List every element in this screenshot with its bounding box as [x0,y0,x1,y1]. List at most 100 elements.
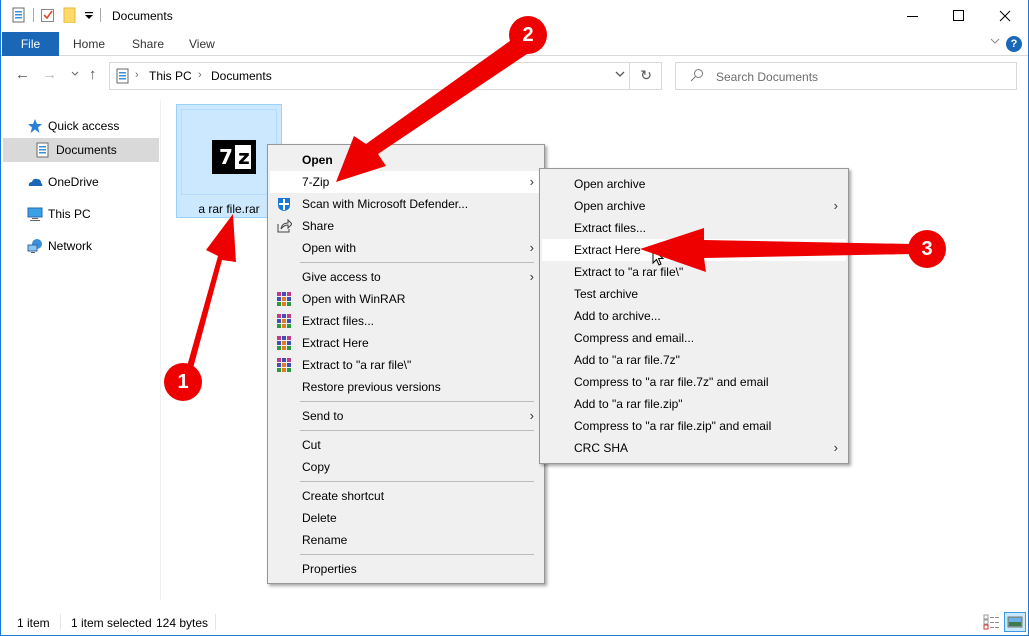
menu-item-label: CRC SHA [574,441,629,455]
cloud-icon [27,174,43,190]
menu-item-restore-previous-versions[interactable]: Restore previous versions [270,376,542,398]
sidebar-item-this-pc[interactable]: This PC [3,202,159,226]
back-button[interactable]: ← [15,66,30,83]
menu-item-delete[interactable]: Delete [270,507,542,529]
expand-ribbon-icon[interactable] [990,37,1000,48]
menu-item-extract-here-winrar[interactable]: Extract Here [270,332,542,354]
submenu-item-compress-and-email[interactable]: Compress and email... [542,327,846,349]
up-button[interactable]: ↑ [89,66,97,83]
menu-item-open-with[interactable]: Open with › [270,237,542,259]
menu-item-properties[interactable]: Properties [270,558,542,580]
customize-toolbar-icon[interactable] [84,7,94,23]
menu-item-label: Properties [302,562,357,576]
annotation-badge-2: 2 [509,16,547,54]
address-dropdown-button[interactable] [615,69,625,81]
mouse-cursor-icon [652,248,665,266]
sidebar-item-quick-access[interactable]: Quick access [3,114,159,138]
menu-item-label: Copy [302,460,331,474]
menu-separator [300,554,534,555]
7zip-submenu: Open archive Open archive › Extract file… [539,168,849,464]
menu-item-give-access[interactable]: Give access to › [270,266,542,288]
menu-item-7zip[interactable]: 7-Zip › [270,171,542,193]
menu-item-share[interactable]: Share [270,215,542,237]
menu-item-open[interactable]: Open [270,149,542,171]
tab-share[interactable]: Share [118,32,178,56]
7zip-logo-seven: 7 [217,145,235,169]
menu-item-send-to[interactable]: Send to › [270,405,542,427]
menu-item-label: Add to "a rar file.7z" [574,353,680,367]
menu-item-copy[interactable]: Copy [270,456,542,478]
recent-locations-button[interactable] [71,69,79,80]
submenu-item-open-archive[interactable]: Open archive [542,173,846,195]
winrar-icon [276,335,292,351]
forward-button[interactable]: → [42,66,57,83]
tab-file[interactable]: File [2,32,59,56]
menu-separator [300,481,534,482]
submenu-item-compress-zip-email[interactable]: Compress to "a rar file.zip" and email [542,415,846,437]
menu-item-scan-defender[interactable]: Scan with Microsoft Defender... [270,193,542,215]
search-placeholder: Search Documents [716,70,819,84]
status-divider [60,614,61,630]
tab-home[interactable]: Home [59,32,119,56]
context-menu: Open 7-Zip › Scan with Microsoft Defende… [267,144,545,584]
submenu-item-test-archive[interactable]: Test archive [542,283,846,305]
sidebar-label: Documents [56,143,117,157]
refresh-button[interactable]: ↻ [640,67,652,84]
submenu-item-add-to-zip[interactable]: Add to "a rar file.zip" [542,393,846,415]
menu-item-label: Send to [302,409,344,423]
submenu-item-crc-sha[interactable]: CRC SHA › [542,437,846,459]
sidebar-item-onedrive[interactable]: OneDrive [3,170,159,194]
close-button[interactable] [982,0,1028,32]
large-icons-view-icon [1004,612,1026,632]
menu-item-extract-to-winrar[interactable]: Extract to "a rar file\" [270,354,542,376]
selection-size: 124 bytes [156,616,209,630]
submenu-item-extract-files[interactable]: Extract files... [542,217,846,239]
new-folder-icon[interactable] [62,7,78,24]
documents-icon[interactable] [11,7,27,23]
menu-item-open-with-winrar[interactable]: Open with WinRAR [270,288,542,310]
navigation-pane: Quick access Documents OneDrive This PC … [1,100,161,600]
submenu-arrow-icon: › [833,198,838,213]
close-icon [999,10,1011,22]
help-icon[interactable]: ? [1006,36,1022,52]
submenu-item-extract-to[interactable]: Extract to "a rar file\" [542,261,846,283]
submenu-arrow-icon: › [529,269,534,284]
submenu-item-add-to-7z[interactable]: Add to "a rar file.7z" [542,349,846,371]
menu-separator [300,430,534,431]
menu-item-rename[interactable]: Rename [270,529,542,551]
menu-item-cut[interactable]: Cut [270,434,542,456]
documents-icon [116,68,130,87]
breadcrumb-documents[interactable]: Documents [211,69,272,83]
submenu-arrow-icon: › [529,240,534,255]
item-count: 1 item [17,616,50,630]
menu-item-label: Compress to "a rar file.zip" and email [574,419,772,433]
submenu-item-compress-7z-email[interactable]: Compress to "a rar file.7z" and email [542,371,846,393]
search-input[interactable]: Search Documents [675,62,1017,90]
sidebar-item-documents[interactable]: Documents [3,138,159,162]
menu-item-label: Add to "a rar file.zip" [574,397,683,411]
menu-item-label: Open archive [574,199,646,213]
details-view-button[interactable] [983,614,1001,633]
menu-item-label: Extract files... [574,221,647,235]
breadcrumb-separator[interactable]: › [198,69,202,81]
network-icon [27,238,43,254]
submenu-item-add-to-archive[interactable]: Add to archive... [542,305,846,327]
sidebar-item-network[interactable]: Network [3,234,159,258]
annotation-badge-1: 1 [164,363,202,401]
large-icons-view-button[interactable] [1004,612,1026,635]
properties-check-icon[interactable] [40,7,56,23]
toolbar-divider [33,8,34,22]
address-bar[interactable]: › This PC › Documents ↻ [109,62,662,90]
menu-item-create-shortcut[interactable]: Create shortcut [270,485,542,507]
breadcrumb-separator[interactable]: › [135,69,139,81]
maximize-button[interactable] [936,0,982,32]
menu-item-extract-files-winrar[interactable]: Extract files... [270,310,542,332]
menu-item-label: Open archive [574,177,646,191]
breadcrumb-this-pc[interactable]: This PC [149,69,192,83]
tab-view[interactable]: View [175,32,229,56]
selection-count: 1 item selected [71,616,152,630]
submenu-item-open-archive-with[interactable]: Open archive › [542,195,846,217]
minimize-button[interactable] [890,0,936,32]
submenu-item-extract-here[interactable]: Extract Here [542,239,846,261]
quick-access-toolbar [11,7,101,24]
